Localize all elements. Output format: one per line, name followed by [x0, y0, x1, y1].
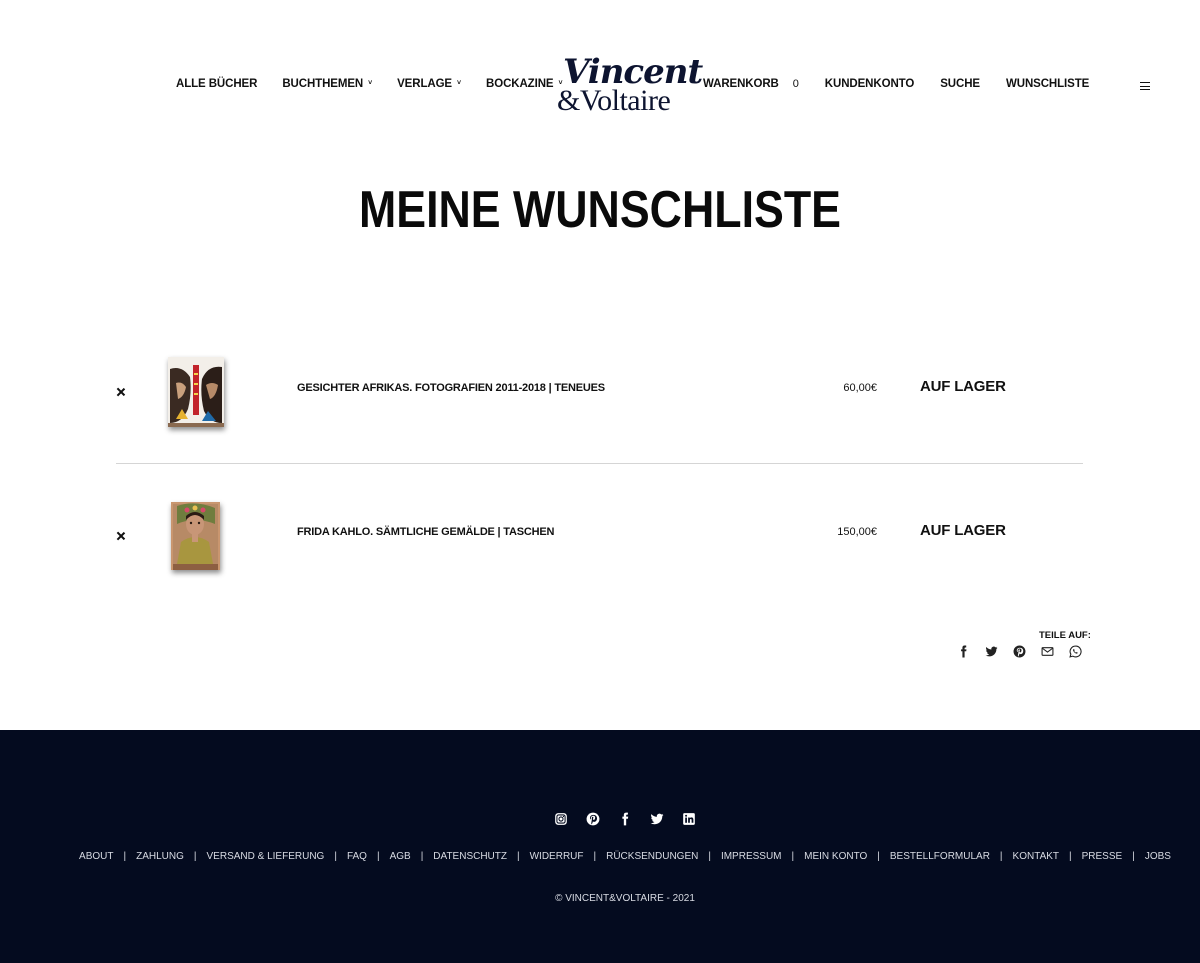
footer-link-zahlung[interactable]: ZAHLUNG: [136, 851, 184, 862]
facebook-icon[interactable]: [617, 811, 633, 827]
linkedin-icon[interactable]: [681, 811, 697, 827]
copyright: © VINCENT&VOLTAIRE - 2021: [555, 893, 695, 904]
twitter-icon[interactable]: [649, 811, 665, 827]
site-header: ALLE BÜCHER BUCHTHEMEN ˅ VERLAGE ˅ BOCKA…: [0, 0, 1200, 170]
site-logo[interactable]: Vincent &Voltaire: [555, 55, 703, 121]
wishlist-row: FRIDA KAHLO. SÄMTLICHE GEMÄLDE | TASCHEN…: [116, 464, 1083, 608]
product-name-link[interactable]: FRIDA KAHLO. SÄMTLICHE GEMÄLDE | TASCHEN: [297, 526, 554, 538]
site-footer: ABOUT | ZAHLUNG | VERSAND & LIEFERUNG | …: [0, 730, 1200, 963]
chevron-down-icon: ˅: [368, 79, 373, 87]
product-name-link[interactable]: GESICHTER AFRIKAS. FOTOGRAFIEN 2011-2018…: [297, 382, 605, 394]
nav-item-buchthemen[interactable]: BUCHTHEMEN ˅: [282, 78, 372, 90]
nav-item-kundenkonto[interactable]: KUNDENKONTO: [824, 78, 915, 90]
footer-link-presse[interactable]: PRESSE: [1082, 851, 1123, 862]
facebook-icon[interactable]: [955, 643, 972, 659]
link-separator: |: [517, 851, 520, 862]
link-separator: |: [376, 851, 380, 862]
nav-label: SUCHE: [940, 78, 980, 90]
chevron-down-icon: ˅: [457, 79, 462, 87]
cart-count: 0: [792, 78, 799, 90]
nav-label: ALLE BÜCHER: [176, 78, 258, 90]
link-separator: |: [420, 851, 424, 862]
nav-label: VERLAGE: [397, 78, 453, 90]
hamburger-menu-icon[interactable]: [1140, 82, 1150, 90]
nav-item-warenkorb[interactable]: WARENKORB 0: [703, 78, 799, 90]
nav-label: KUNDENKONTO: [824, 78, 915, 90]
instagram-icon[interactable]: [553, 811, 569, 827]
wishlist-row: GESICHTER AFRIKAS. FOTOGRAFIEN 2011-2018…: [116, 320, 1083, 464]
book-cover-frida[interactable]: [171, 502, 220, 570]
book-cover-image: [171, 502, 220, 570]
footer-link-versand[interactable]: VERSAND & LIEFERUNG: [207, 851, 325, 862]
stock-status: AUF LAGER: [920, 378, 1006, 395]
link-separator: |: [1069, 851, 1072, 862]
footer-link-about[interactable]: ABOUT: [79, 851, 113, 862]
link-separator: |: [708, 851, 711, 862]
link-separator: |: [593, 851, 597, 862]
pinterest-icon[interactable]: [585, 811, 601, 827]
link-separator: |: [791, 851, 795, 862]
footer-social-icons: [553, 811, 713, 827]
remove-item-icon[interactable]: [116, 532, 124, 540]
main-nav-right: WARENKORB 0 KUNDENKONTO SUCHE WUNSCHLIST…: [703, 78, 1115, 90]
stock-status: AUF LAGER: [920, 522, 1006, 539]
share-icons: [955, 643, 1095, 659]
footer-link-kontakt[interactable]: KONTAKT: [1013, 851, 1059, 862]
footer-link-impressum[interactable]: IMPRESSUM: [721, 851, 782, 862]
link-separator: |: [123, 851, 127, 862]
footer-link-ruecksendungen[interactable]: RÜCKSENDUNGEN: [606, 851, 698, 862]
footer-link-faq[interactable]: FAQ: [347, 851, 367, 862]
logo-text-voltaire: &Voltaire: [557, 84, 671, 117]
footer-link-datenschutz[interactable]: DATENSCHUTZ: [433, 851, 507, 862]
twitter-icon[interactable]: [983, 643, 1000, 659]
nav-item-suche[interactable]: SUCHE: [940, 78, 980, 90]
book-cover-africa[interactable]: [168, 357, 224, 427]
pinterest-icon[interactable]: [1011, 643, 1028, 659]
footer-link-widerruf[interactable]: WIDERRUF: [530, 851, 584, 862]
footer-link-agb[interactable]: AGB: [390, 851, 411, 862]
nav-item-alle-buecher[interactable]: ALLE BÜCHER: [176, 78, 257, 90]
whatsapp-icon[interactable]: [1067, 643, 1084, 659]
link-separator: |: [999, 851, 1003, 862]
cart-label: WARENKORB: [703, 78, 779, 90]
share-label: TEILE AUF:: [1039, 630, 1091, 641]
footer-links: ABOUT | ZAHLUNG | VERSAND & LIEFERUNG | …: [0, 851, 1200, 862]
page-title: MEINE WUNSCHLISTE: [358, 181, 841, 239]
footer-link-jobs[interactable]: JOBS: [1145, 851, 1171, 862]
product-price: 150,00€: [837, 526, 877, 538]
book-cover-image: [168, 357, 224, 427]
nav-item-wunschliste[interactable]: WUNSCHLISTE: [1006, 78, 1089, 90]
nav-label: BOCKAZINE: [486, 78, 554, 90]
link-separator: |: [877, 851, 880, 862]
footer-link-mein-konto[interactable]: MEIN KONTO: [804, 851, 867, 862]
mail-icon[interactable]: [1039, 643, 1056, 659]
main-nav-left: ALLE BÜCHER BUCHTHEMEN ˅ VERLAGE ˅ BOCKA…: [176, 78, 587, 90]
nav-item-bockazine[interactable]: BOCKAZINE ˅: [486, 78, 563, 90]
link-separator: |: [334, 851, 337, 862]
link-separator: |: [1132, 851, 1135, 862]
nav-label: BUCHTHEMEN: [282, 78, 364, 90]
product-price: 60,00€: [843, 382, 877, 394]
nav-label: WUNSCHLISTE: [1005, 78, 1090, 90]
link-separator: |: [193, 851, 197, 862]
footer-link-bestellformular[interactable]: BESTELLFORMULAR: [890, 851, 990, 862]
nav-item-verlage[interactable]: VERLAGE ˅: [397, 78, 461, 90]
remove-item-icon[interactable]: [116, 388, 124, 396]
